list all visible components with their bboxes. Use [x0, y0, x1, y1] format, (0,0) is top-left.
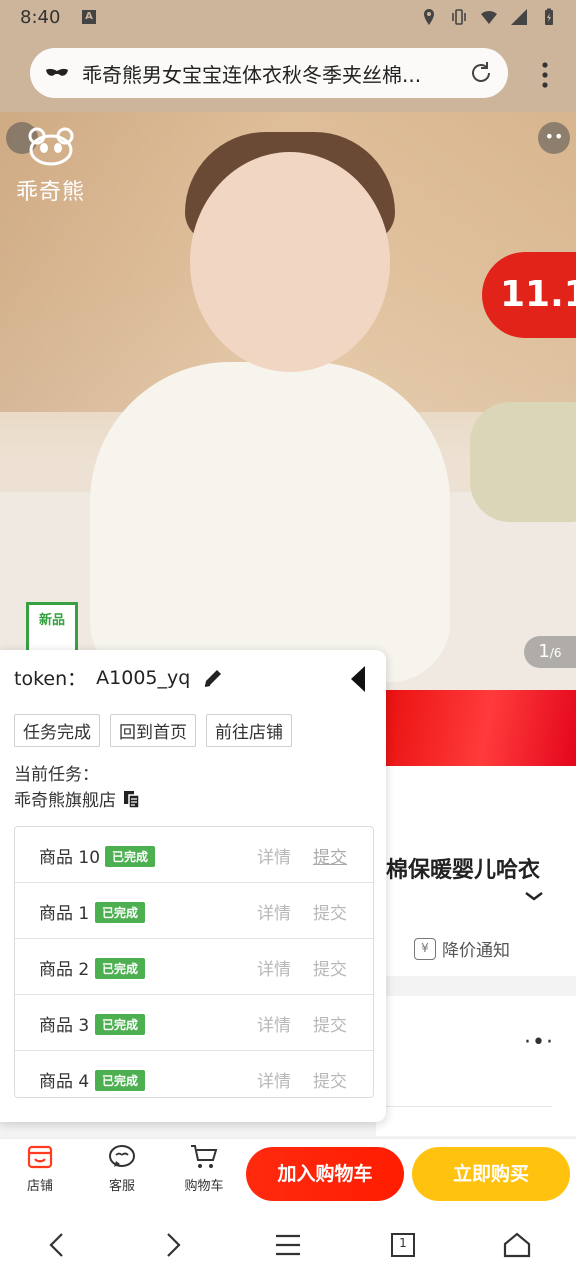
- browser-toolbar: 乖奇熊男女宝宝连体衣秋冬季夹丝棉...: [0, 36, 576, 112]
- collapse-panel-icon[interactable]: [350, 666, 366, 692]
- chevron-down-icon[interactable]: [524, 890, 544, 904]
- a-notification-icon: A: [82, 10, 96, 24]
- signal-icon: [511, 9, 527, 25]
- task-item-list[interactable]: 商品 10 已完成 详情 提交 商品 1 已完成 详情 提交 商品 2 已完成 …: [14, 826, 374, 1098]
- task-complete-button[interactable]: 任务完成: [14, 714, 100, 747]
- image-pager: 1/6: [524, 636, 576, 668]
- price-notify-label: 降价通知: [442, 941, 510, 961]
- add-to-cart-button[interactable]: 加入购物车: [246, 1147, 404, 1201]
- battery-icon: [545, 8, 553, 25]
- detail-link[interactable]: 详情: [257, 899, 291, 924]
- detail-link[interactable]: 详情: [257, 843, 291, 868]
- item-name: 商品 4: [39, 1072, 90, 1092]
- shop-label: 店铺: [26, 1179, 53, 1194]
- service-tab[interactable]: 客服: [92, 1143, 152, 1194]
- copy-icon[interactable]: [122, 789, 142, 809]
- list-item: 商品 1 已完成 详情 提交: [15, 883, 373, 939]
- brand-name: 乖奇熊: [16, 180, 86, 205]
- item-name: 商品 10: [39, 848, 101, 868]
- pager-current: 1: [538, 641, 550, 662]
- tab-count: 1: [399, 1236, 407, 1250]
- url-text[interactable]: 乖奇熊男女宝宝连体衣秋冬季夹丝棉...: [82, 59, 452, 88]
- reload-icon[interactable]: [468, 60, 494, 86]
- address-bar[interactable]: 乖奇熊男女宝宝连体衣秋冬季夹丝棉...: [30, 48, 508, 98]
- price-tag-icon: ¥: [414, 937, 436, 960]
- bear-logo-icon: [28, 127, 73, 166]
- list-item: 商品 10 已完成 详情 提交: [15, 827, 373, 883]
- submit-link[interactable]: 提交: [313, 1011, 347, 1036]
- task-panel: token： A1005_yq 任务完成 回到首页 前往店铺 当前任务： 乖奇熊…: [0, 650, 386, 1122]
- browser-nav-bar: 1: [0, 1206, 576, 1280]
- home-icon[interactable]: [502, 1230, 532, 1260]
- detail-link[interactable]: 详情: [257, 955, 291, 980]
- detail-link[interactable]: 详情: [257, 1011, 291, 1036]
- item-name: 商品 2: [39, 960, 90, 980]
- shop-tab[interactable]: 店铺: [10, 1143, 70, 1194]
- price-notify-button[interactable]: ¥ 降价通知: [414, 936, 510, 961]
- tabs-button[interactable]: 1: [388, 1230, 418, 1260]
- status-bar: 8:40 A: [0, 0, 576, 36]
- buy-now-button[interactable]: 立即购买: [412, 1147, 570, 1201]
- status-icons: [420, 8, 558, 26]
- list-item: 商品 3 已完成 详情 提交: [15, 995, 373, 1051]
- current-task-shop: 乖奇熊旗舰店: [14, 786, 142, 811]
- submit-link[interactable]: 提交: [313, 1067, 347, 1092]
- brand-logo: 乖奇熊: [16, 126, 85, 206]
- status-badge: 已完成: [95, 1014, 146, 1035]
- status-badge: 已完成: [105, 846, 156, 867]
- vibrate-icon: [452, 9, 466, 25]
- location-icon: [424, 9, 434, 25]
- kebab-menu-icon[interactable]: [542, 62, 548, 88]
- promo-banner: [376, 690, 576, 766]
- more-dots-icon[interactable]: ·•·: [524, 1030, 554, 1055]
- shop-icon: [27, 1145, 53, 1169]
- product-image[interactable]: 乖奇熊 •• 11.11 新品 1/6: [0, 112, 576, 692]
- pager-total: /6: [549, 646, 562, 660]
- token-label: token：: [14, 668, 87, 690]
- more-button[interactable]: ••: [538, 122, 570, 154]
- submit-link[interactable]: 提交: [313, 899, 347, 924]
- current-task-shop-name: 乖奇熊旗舰店: [14, 791, 116, 811]
- back-arrow-icon[interactable]: [42, 1230, 72, 1260]
- panel-actions: 任务完成 回到首页 前往店铺: [14, 714, 292, 747]
- submit-link[interactable]: 提交: [313, 955, 347, 980]
- product-title[interactable]: 棉保暖婴儿哈衣: [386, 852, 540, 884]
- product-action-bar: 店铺 客服 购物车 加入购物车 立即购买: [0, 1138, 576, 1207]
- back-home-button[interactable]: 回到首页: [110, 714, 196, 747]
- menu-icon[interactable]: [273, 1230, 303, 1260]
- token-row: token： A1005_yq: [14, 664, 224, 691]
- double11-badge: 11.11: [482, 252, 576, 338]
- status-badge: 已完成: [95, 902, 146, 923]
- status-time: 8:40: [20, 7, 61, 28]
- status-badge: 已完成: [95, 958, 146, 979]
- cart-icon: [191, 1145, 218, 1168]
- item-name: 商品 1: [39, 904, 90, 924]
- incognito-mask-icon: [46, 68, 68, 76]
- list-item: 商品 2 已完成 详情 提交: [15, 939, 373, 995]
- detail-link[interactable]: 详情: [257, 1067, 291, 1092]
- product-section-card: [376, 996, 576, 1136]
- item-name: 商品 3: [39, 1016, 90, 1036]
- cart-tab[interactable]: 购物车: [174, 1143, 234, 1194]
- current-task-label: 当前任务：: [14, 765, 99, 785]
- token-value: A1005_yq: [96, 666, 191, 689]
- status-badge: 已完成: [95, 1070, 146, 1091]
- edit-pencil-icon[interactable]: [202, 667, 224, 689]
- cart-label: 购物车: [184, 1179, 224, 1194]
- go-to-shop-button[interactable]: 前往店铺: [206, 714, 292, 747]
- forward-arrow-icon[interactable]: [158, 1230, 188, 1260]
- list-item: 商品 4 已完成 详情 提交: [15, 1051, 373, 1097]
- wifi-icon: [481, 10, 497, 24]
- submit-link[interactable]: 提交: [313, 843, 347, 868]
- customer-service-icon: [109, 1145, 135, 1167]
- service-label: 客服: [108, 1179, 135, 1194]
